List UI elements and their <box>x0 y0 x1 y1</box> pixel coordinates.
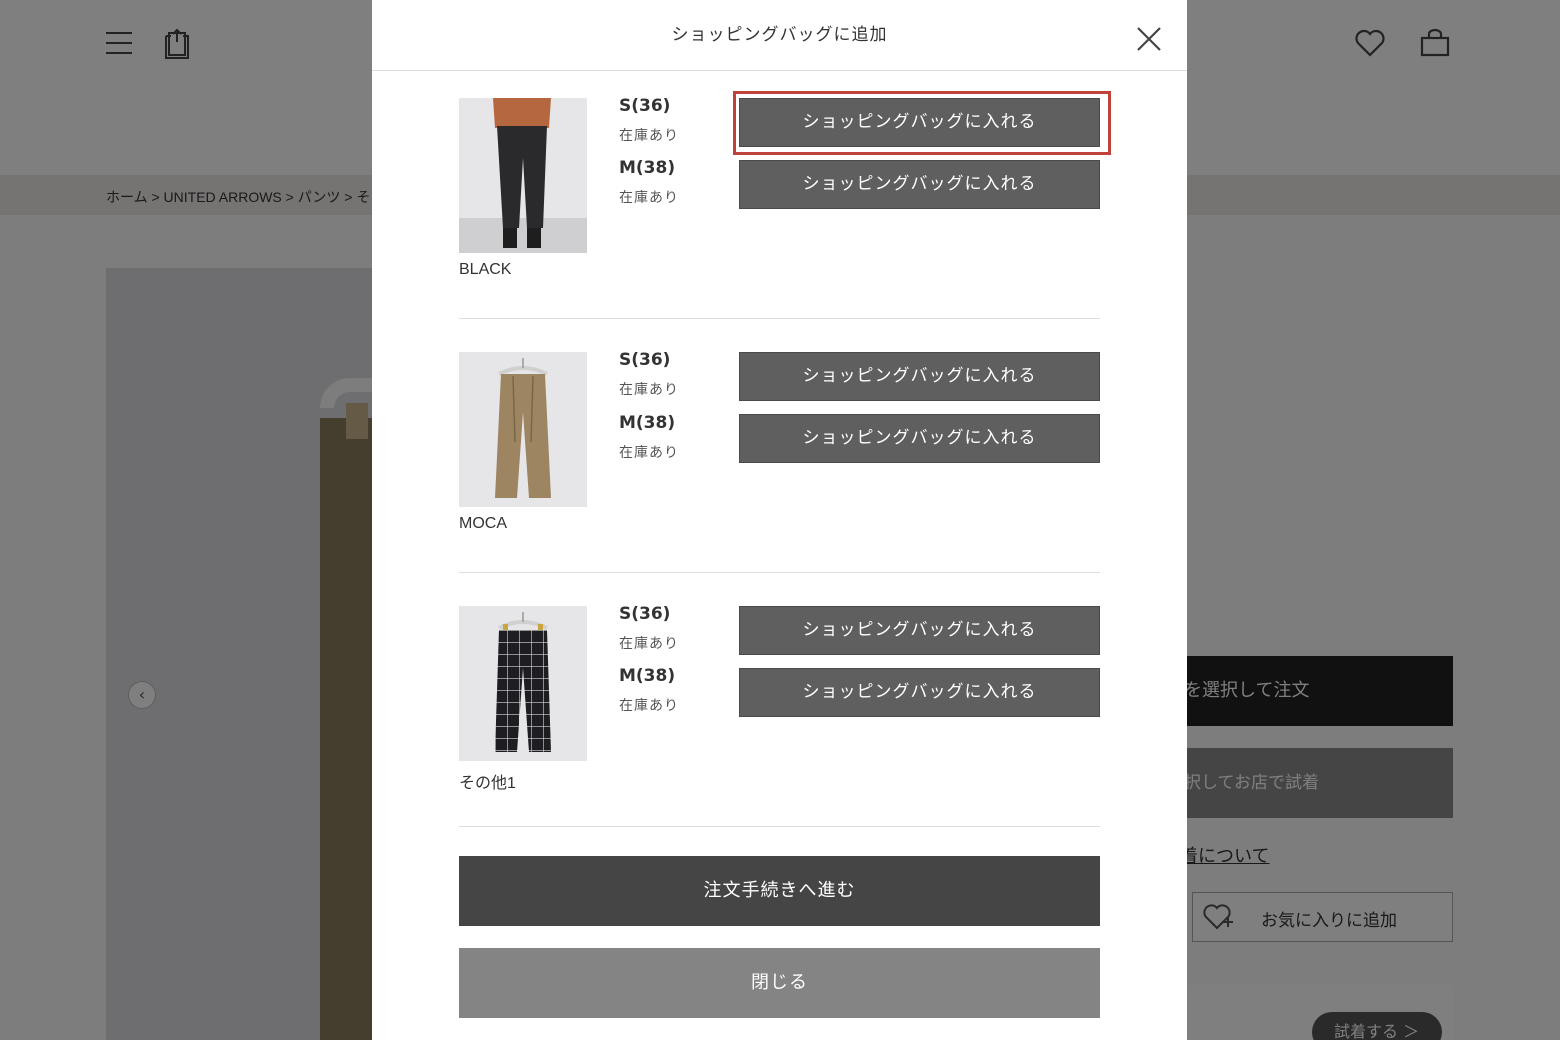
stock-status: 在庫あり <box>619 190 679 206</box>
add-to-bag-modal: ショッピングバッグに追加 BLACK S(36) 在庫あり ショッピングバッグに… <box>372 0 1187 1040</box>
color-name-other: その他1 <box>459 775 516 792</box>
color-name-black: BLACK <box>459 261 512 278</box>
modal-header: ショッピングバッグに追加 <box>372 0 1187 71</box>
close-icon[interactable] <box>1136 26 1162 52</box>
black-pant-image <box>459 98 587 253</box>
close-button[interactable]: 閉じる <box>459 948 1100 1018</box>
divider <box>459 572 1100 573</box>
size-label: S(36) <box>619 350 671 370</box>
add-to-bag-button[interactable]: ショッピングバッグに入れる <box>739 414 1100 463</box>
size-label: S(36) <box>619 96 671 116</box>
color-block-black: BLACK S(36) 在庫あり ショッピングバッグに入れる M(38) 在庫あ… <box>459 96 1100 288</box>
size-label: S(36) <box>619 604 671 624</box>
checkout-button[interactable]: 注文手続きへ進む <box>459 856 1100 926</box>
add-to-bag-button[interactable]: ショッピングバッグに入れる <box>739 160 1100 209</box>
divider <box>459 826 1100 827</box>
color-block-moca: MOCA S(36) 在庫あり ショッピングバッグに入れる M(38) 在庫あり… <box>459 350 1100 542</box>
size-label: M(38) <box>619 666 676 686</box>
product-thumb-black <box>459 98 587 253</box>
add-to-bag-button[interactable]: ショッピングバッグに入れる <box>739 668 1100 717</box>
size-label: M(38) <box>619 158 676 178</box>
divider <box>459 318 1100 319</box>
add-to-bag-button[interactable]: ショッピングバッグに入れる <box>739 352 1100 401</box>
product-thumb-moca <box>459 352 587 507</box>
check-pant-image <box>459 606 587 761</box>
modal-title: ショッピングバッグに追加 <box>671 25 888 45</box>
size-label: M(38) <box>619 413 676 433</box>
stock-status: 在庫あり <box>619 636 679 652</box>
color-block-other: その他1 S(36) 在庫あり ショッピングバッグに入れる M(38) 在庫あり… <box>459 604 1100 796</box>
stock-status: 在庫あり <box>619 382 679 398</box>
product-thumb-other <box>459 606 587 761</box>
color-name-moca: MOCA <box>459 515 507 532</box>
stock-status: 在庫あり <box>619 445 679 461</box>
stock-status: 在庫あり <box>619 128 679 144</box>
add-to-bag-button[interactable]: ショッピングバッグに入れる <box>739 98 1100 147</box>
add-to-bag-button[interactable]: ショッピングバッグに入れる <box>739 606 1100 655</box>
moca-pant-image <box>459 352 587 507</box>
stock-status: 在庫あり <box>619 698 679 714</box>
